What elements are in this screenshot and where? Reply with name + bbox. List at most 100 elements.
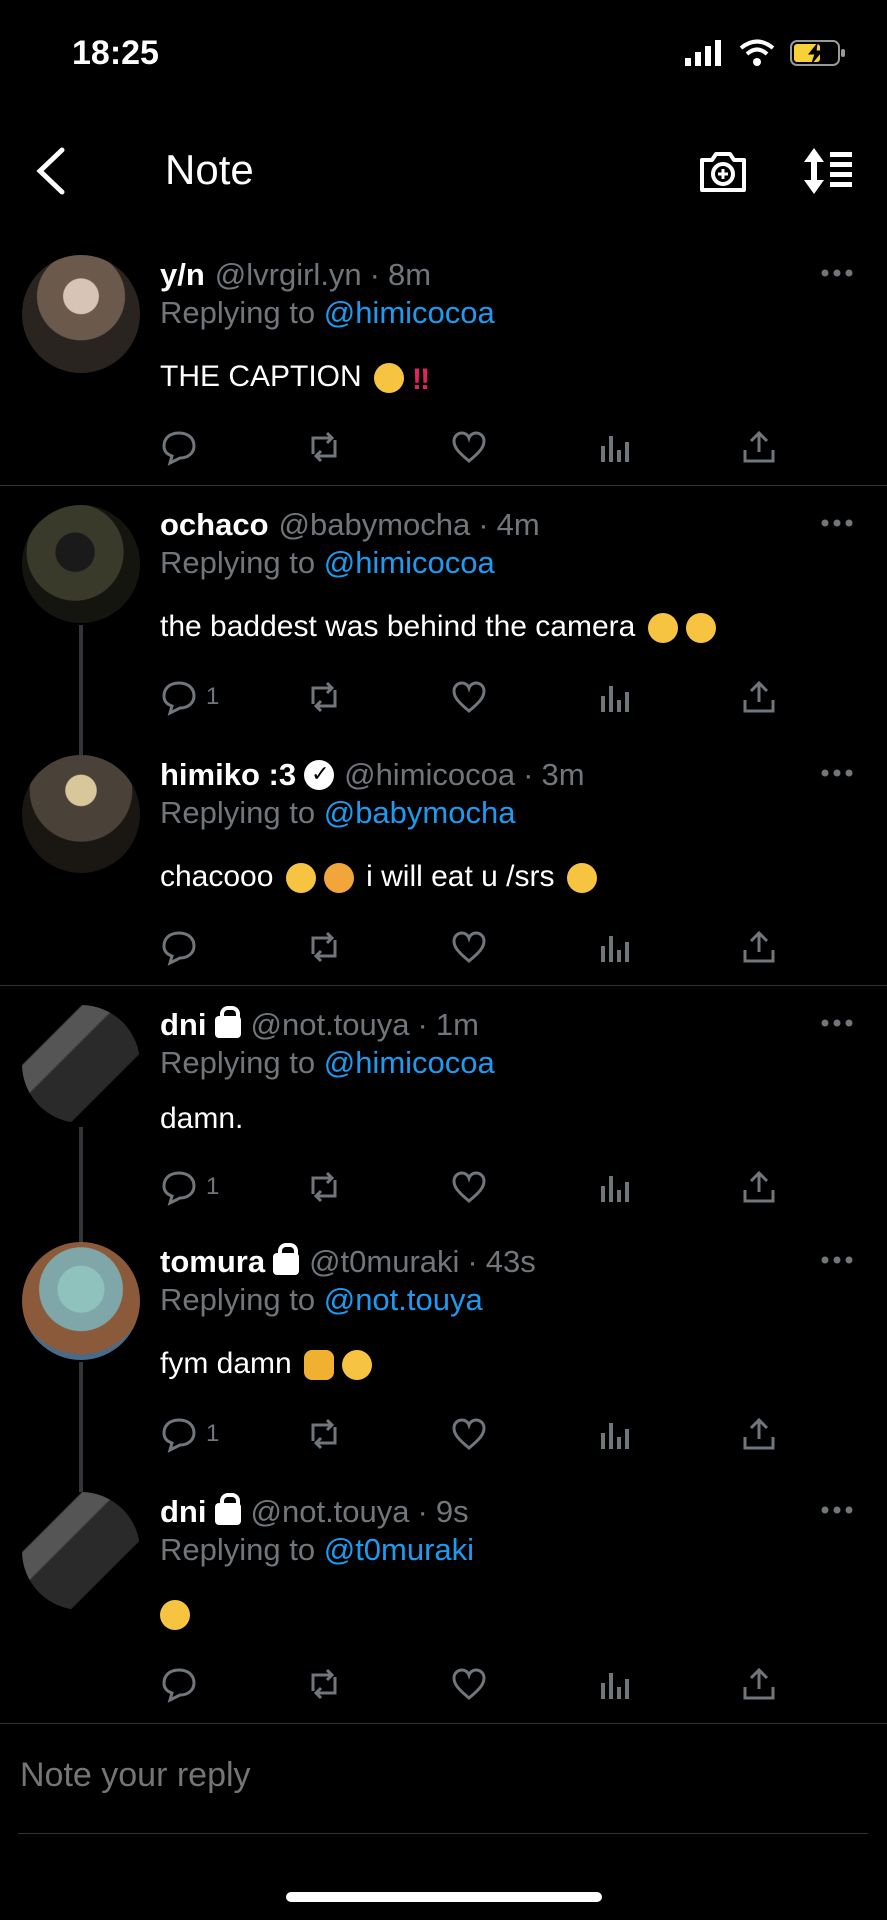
reply-button[interactable]: 1: [160, 1412, 220, 1456]
replying-prefix: Replying to: [160, 795, 316, 830]
tweet[interactable]: tomura @t0muraki · 43s Replying to @not.…: [0, 1242, 887, 1472]
analytics-icon: [601, 686, 629, 712]
more-options-icon[interactable]: [817, 263, 857, 283]
share-icon: [743, 930, 775, 963]
avatar[interactable]: [22, 505, 140, 623]
tweet[interactable]: dni @not.touya · 1m Replying to @himicoc…: [0, 1005, 887, 1230]
views-button[interactable]: [595, 1662, 655, 1706]
face-hand-mouth-emoji: [685, 613, 716, 644]
separator-dot: ·: [417, 1494, 428, 1529]
replying-to-link[interactable]: @himicocoa: [324, 1045, 495, 1080]
home-indicator[interactable]: [286, 1892, 602, 1902]
share-button[interactable]: [740, 1165, 800, 1209]
retweet-button[interactable]: [305, 925, 365, 969]
tweet[interactable]: y/n @lvrgirl.yn · 8m Replying to @himico…: [0, 255, 887, 485]
tweet[interactable]: dni @not.touya · 9s Replying to @t0murak…: [0, 1492, 887, 1722]
user-handle[interactable]: @lvrgirl.yn: [215, 257, 362, 293]
reply-button[interactable]: 1: [160, 675, 220, 719]
display-name[interactable]: y/n: [160, 257, 205, 293]
more-options-icon[interactable]: [817, 763, 857, 783]
share-button[interactable]: [740, 675, 800, 719]
user-handle[interactable]: @not.touya: [251, 1494, 410, 1530]
share-button[interactable]: [740, 1412, 800, 1456]
views-button[interactable]: [595, 675, 655, 719]
more-options-icon[interactable]: [817, 513, 857, 533]
user-handle[interactable]: @himicocoa: [344, 757, 515, 793]
reply-button[interactable]: [160, 925, 220, 969]
views-button[interactable]: [595, 1165, 655, 1209]
divider: [0, 485, 887, 486]
like-button[interactable]: [450, 1412, 510, 1456]
retweet-button[interactable]: [305, 1412, 365, 1456]
tweet-text: the baddest was behind the camera: [160, 610, 720, 644]
user-handle[interactable]: @not.touya: [251, 1007, 410, 1043]
user-handle[interactable]: @babymocha: [279, 507, 471, 543]
retweet-button[interactable]: [305, 1165, 365, 1209]
replying-to-link[interactable]: @himicocoa: [324, 545, 495, 580]
heart-icon: [452, 1668, 486, 1700]
more-options-icon[interactable]: [817, 1250, 857, 1270]
tweet[interactable]: ochaco @babymocha · 4m Replying to @himi…: [0, 505, 887, 735]
display-name[interactable]: dni: [160, 1494, 207, 1530]
replying-to-link[interactable]: @t0muraki: [324, 1532, 474, 1567]
yum-face-emoji: [566, 863, 597, 894]
display-name[interactable]: himiko :3: [160, 757, 296, 793]
reply-button[interactable]: 1: [160, 1165, 220, 1209]
display-name[interactable]: tomura: [160, 1244, 265, 1280]
analytics-icon: [601, 1423, 629, 1449]
avatar[interactable]: [22, 1492, 140, 1610]
views-button[interactable]: [595, 925, 655, 969]
tweet-text-content: fym damn: [160, 1347, 292, 1380]
replying-to-link[interactable]: @babymocha: [324, 795, 516, 830]
tweet-header: dni @not.touya · 9s: [160, 1493, 469, 1530]
sort-icon[interactable]: [800, 144, 854, 198]
reply-button[interactable]: [160, 425, 220, 469]
divider: [0, 985, 887, 986]
more-options-icon[interactable]: [817, 1013, 857, 1033]
display-name[interactable]: dni: [160, 1007, 207, 1043]
user-handle[interactable]: @t0muraki: [309, 1244, 459, 1280]
replying-to-link[interactable]: @himicocoa: [324, 295, 495, 330]
face-hand-mouth-emoji: [285, 863, 316, 894]
signal-icon: [685, 40, 721, 66]
raised-eyebrow-emoji: [342, 1350, 373, 1381]
retweet-button[interactable]: [305, 1662, 365, 1706]
tweet-text: fym damn: [160, 1347, 376, 1381]
share-button[interactable]: [740, 425, 800, 469]
like-button[interactable]: [450, 925, 510, 969]
display-name[interactable]: ochaco: [160, 507, 269, 543]
replying-prefix: Replying to: [160, 1532, 316, 1567]
like-button[interactable]: [450, 1662, 510, 1706]
views-button[interactable]: [595, 1412, 655, 1456]
like-button[interactable]: [450, 675, 510, 719]
slightly-smiling-emoji: [160, 1600, 190, 1631]
views-button[interactable]: [595, 425, 655, 469]
retweet-button[interactable]: [305, 675, 365, 719]
like-button[interactable]: [450, 425, 510, 469]
retweet-button[interactable]: [305, 425, 365, 469]
avatar[interactable]: [22, 1005, 140, 1123]
reply-count: 1: [206, 683, 220, 710]
camera-add-icon[interactable]: [696, 144, 750, 198]
replying-prefix: Replying to: [160, 1282, 316, 1317]
share-icon: [743, 680, 775, 713]
share-button[interactable]: [740, 925, 800, 969]
more-options-icon[interactable]: [817, 1500, 857, 1520]
avatar[interactable]: [22, 1242, 140, 1360]
avatar[interactable]: [22, 755, 140, 873]
reply-icon: [162, 931, 196, 966]
avatar[interactable]: [22, 255, 140, 373]
share-button[interactable]: [740, 1662, 800, 1706]
divider: [0, 1723, 887, 1724]
back-chevron-icon[interactable]: [32, 146, 72, 196]
heart-icon: [452, 1418, 486, 1450]
retweet-icon: [311, 931, 337, 963]
verified-badge-icon: [304, 760, 335, 790]
reply-input[interactable]: [18, 1755, 852, 1796]
tweet[interactable]: himiko :3 @himicocoa · 3m Replying to @b…: [0, 755, 887, 985]
retweet-icon: [311, 431, 337, 463]
reply-button[interactable]: [160, 1662, 220, 1706]
replying-to: Replying to @himicocoa: [160, 1045, 495, 1081]
like-button[interactable]: [450, 1165, 510, 1209]
replying-to-link[interactable]: @not.touya: [324, 1282, 483, 1317]
